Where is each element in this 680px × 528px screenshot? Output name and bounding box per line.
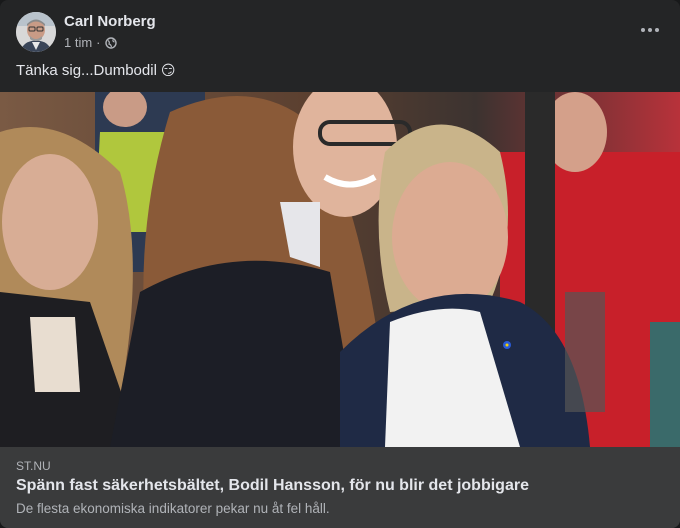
news-photo — [0, 92, 680, 447]
feed-post: Carl Norberg 1 tim · Tänka sig...Dumbodi… — [0, 0, 680, 528]
more-horizontal-icon — [641, 28, 659, 32]
post-message: Tänka sig...Dumbodil — [16, 62, 157, 79]
link-domain: ST.NU — [16, 459, 51, 473]
post-header: Carl Norberg 1 tim · — [16, 12, 664, 54]
link-description: De flesta ekonomiska indikatorer pekar n… — [16, 501, 330, 516]
link-preview-image[interactable] — [0, 92, 680, 447]
link-title[interactable]: Spänn fast säkerhetsbältet, Bodil Hansso… — [16, 477, 529, 495]
smirk-emoji: 😏 — [160, 62, 176, 78]
meta-separator: · — [96, 35, 101, 50]
avatar-photo — [16, 12, 56, 52]
post-text: Tänka sig...Dumbodil 😏 — [16, 62, 176, 79]
post-time[interactable]: 1 tim — [64, 35, 92, 50]
link-preview-card[interactable]: ST.NU Spänn fast säkerhetsbältet, Bodil … — [0, 92, 680, 528]
link-info[interactable]: ST.NU Spänn fast säkerhetsbältet, Bodil … — [0, 447, 680, 528]
post-meta: 1 tim · — [64, 35, 117, 50]
post-more-button[interactable] — [632, 16, 668, 44]
globe-icon — [104, 36, 117, 49]
author-name[interactable]: Carl Norberg — [64, 13, 156, 30]
author-avatar[interactable] — [16, 12, 56, 52]
